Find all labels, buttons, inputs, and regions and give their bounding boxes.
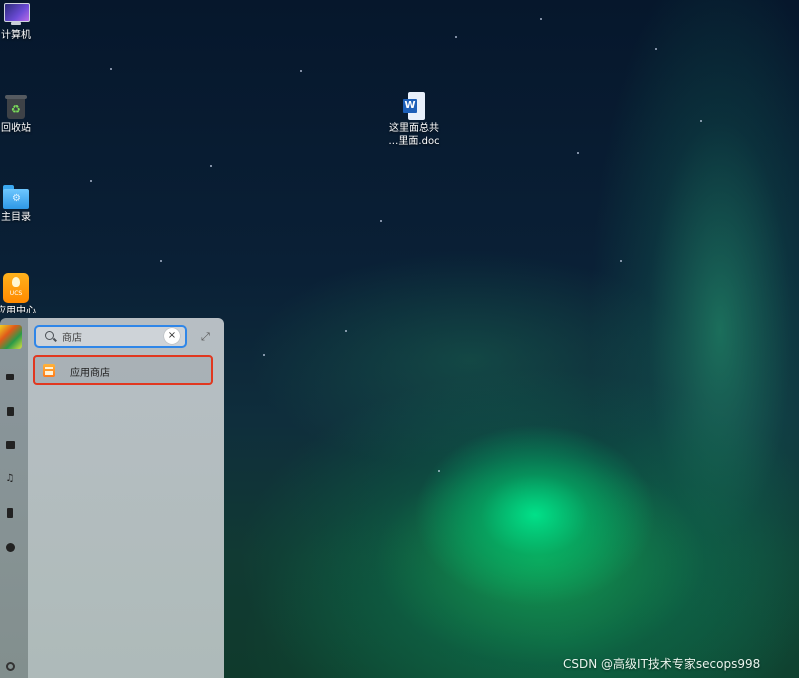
start-menu: ♫ × ⤢ 应用商店 <box>0 318 224 678</box>
star <box>455 36 457 38</box>
app-store-icon <box>43 364 55 377</box>
star <box>655 48 657 50</box>
recycle-bin-icon: ♻ <box>5 94 27 120</box>
search-result-label: 应用商店 <box>70 368 110 379</box>
search-result-item[interactable]: 应用商店 <box>33 355 213 385</box>
star <box>263 354 265 356</box>
star <box>300 70 302 72</box>
star <box>110 68 112 70</box>
word-document-icon: W <box>403 92 425 120</box>
computer-icon[interactable] <box>4 371 16 383</box>
desktop-icon-label: 回收站 <box>1 123 31 134</box>
star <box>160 260 162 262</box>
star <box>380 220 382 222</box>
download-icon[interactable] <box>4 541 16 553</box>
search-icon <box>45 331 54 340</box>
desktop-icon-computer[interactable]: 计算机 <box>0 3 45 42</box>
app-center-icon: UCS <box>3 273 29 303</box>
star <box>90 180 92 182</box>
star <box>577 152 579 154</box>
desktop-icon-ucs[interactable]: UCS 应用中心 <box>0 273 45 313</box>
search-box[interactable]: × <box>34 325 187 348</box>
document-icon[interactable] <box>4 405 16 417</box>
star <box>540 18 542 20</box>
desktop-icon-label: 主目录 <box>1 212 31 223</box>
picture-icon[interactable] <box>4 439 16 451</box>
home-folder-icon: ⚙ <box>3 185 29 209</box>
computer-icon <box>3 3 30 27</box>
star <box>620 260 622 262</box>
user-avatar[interactable] <box>0 325 22 349</box>
start-menu-sidebar: ♫ <box>0 318 28 678</box>
desktop-icon-label: 应用中心 <box>0 306 36 313</box>
start-menu-main: × ⤢ 应用商店 <box>28 318 224 678</box>
settings-icon[interactable] <box>4 660 16 672</box>
desktop-icon-doc[interactable]: W 这里面总共 …里面.doc <box>385 92 443 148</box>
desktop-icon-home[interactable]: ⚙ 主目录 <box>0 185 45 224</box>
star <box>210 165 212 167</box>
watermark: CSDN @高级IT技术专家secops998 <box>563 657 761 671</box>
video-icon[interactable] <box>4 507 16 519</box>
star <box>700 120 702 122</box>
desktop-icon-label: 计算机 <box>1 30 31 41</box>
clear-search-button[interactable]: × <box>164 328 180 344</box>
expand-icon[interactable]: ⤢ <box>201 331 213 343</box>
desktop-icon-label: 这里面总共 …里面.doc <box>388 123 440 147</box>
music-icon[interactable]: ♫ <box>4 473 16 485</box>
desktop-icon-trash[interactable]: ♻ 回收站 <box>0 94 45 135</box>
star <box>438 470 440 472</box>
search-input[interactable] <box>62 329 162 344</box>
star <box>345 330 347 332</box>
